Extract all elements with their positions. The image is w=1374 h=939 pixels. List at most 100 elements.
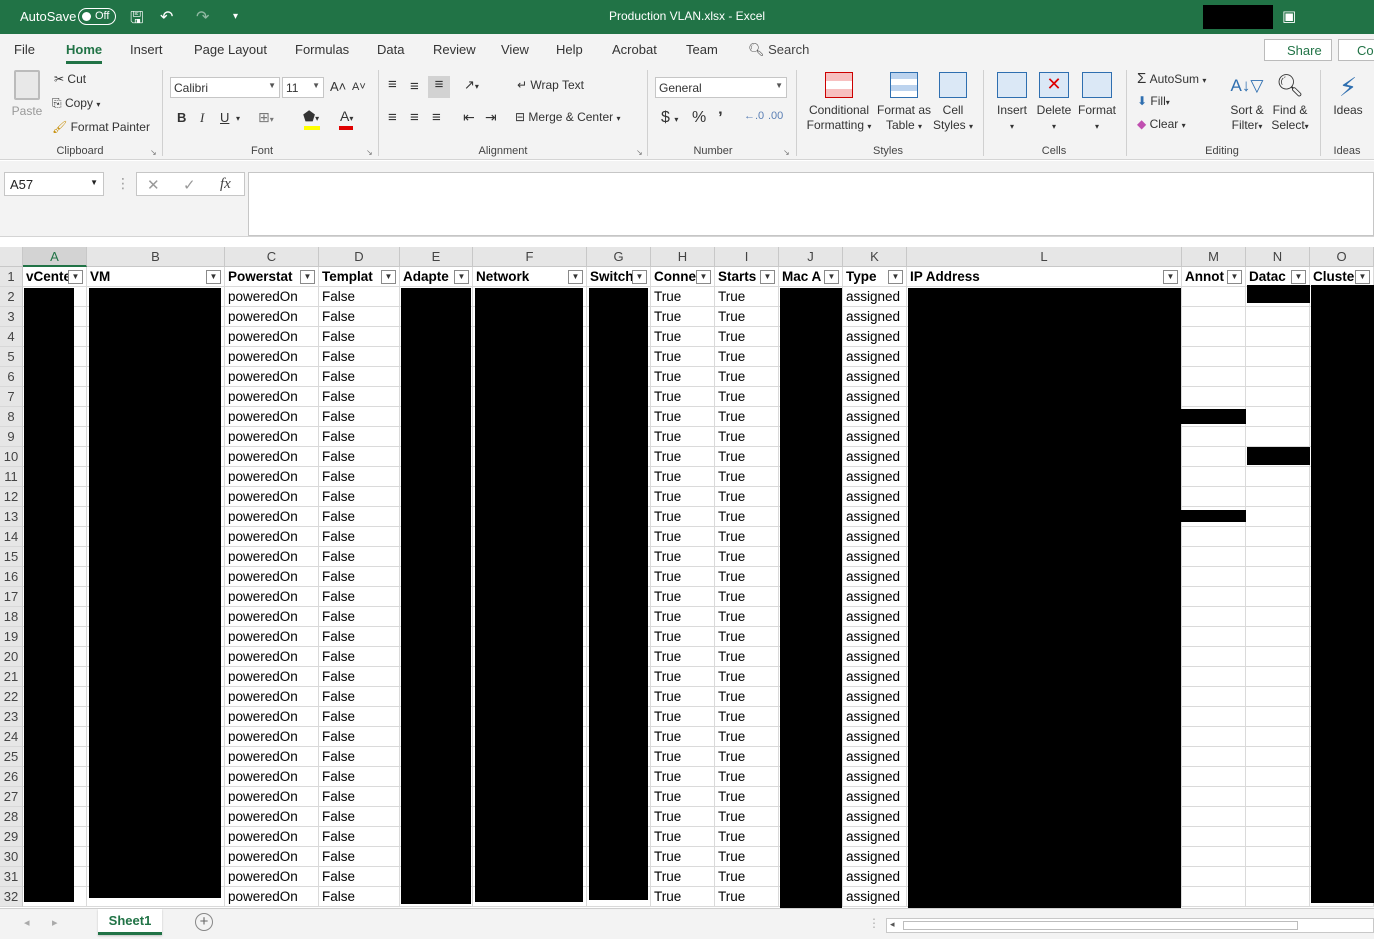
row-header[interactable]: 28 (0, 807, 23, 827)
table-cell[interactable]: False (319, 307, 400, 327)
header-cell[interactable]: Cluste ▼ (1310, 267, 1374, 287)
table-cell[interactable] (1246, 787, 1310, 807)
copy-button[interactable]: ⎘ Copy ▾ (52, 96, 100, 111)
table-cell[interactable]: True (651, 467, 715, 487)
row-header[interactable]: 2 (0, 287, 23, 307)
table-cell[interactable]: poweredOn (225, 407, 319, 427)
row-header[interactable]: 9 (0, 427, 23, 447)
table-cell[interactable] (1246, 567, 1310, 587)
table-cell[interactable]: assigned (843, 347, 907, 367)
table-cell[interactable]: True (715, 427, 779, 447)
table-cell[interactable]: True (715, 507, 779, 527)
table-cell[interactable]: poweredOn (225, 887, 319, 907)
table-cell[interactable]: assigned (843, 487, 907, 507)
alignment-launcher-icon[interactable]: ↘ (636, 148, 643, 157)
format-as-table-button[interactable]: Format as Table ▾ (874, 72, 934, 134)
table-cell[interactable]: True (651, 487, 715, 507)
new-sheet-icon[interactable]: + (195, 913, 213, 931)
filter-dropdown-icon[interactable]: ▼ (454, 270, 469, 284)
table-cell[interactable] (1182, 887, 1246, 907)
table-cell[interactable] (1246, 827, 1310, 847)
tab-acrobat[interactable]: Acrobat (612, 42, 657, 57)
table-cell[interactable] (1246, 647, 1310, 667)
table-cell[interactable] (1246, 427, 1310, 447)
font-name-combo[interactable]: Calibri ▼ (170, 77, 280, 98)
table-cell[interactable]: poweredOn (225, 707, 319, 727)
table-cell[interactable] (1246, 347, 1310, 367)
row-header[interactable]: 19 (0, 627, 23, 647)
table-cell[interactable]: True (715, 747, 779, 767)
table-cell[interactable]: False (319, 747, 400, 767)
table-cell[interactable]: False (319, 707, 400, 727)
table-cell[interactable]: assigned (843, 507, 907, 527)
table-cell[interactable] (1182, 427, 1246, 447)
table-cell[interactable]: assigned (843, 427, 907, 447)
delete-cells-button[interactable]: ✕ Delete ▾ (1034, 72, 1074, 134)
table-cell[interactable]: poweredOn (225, 547, 319, 567)
column-header-f[interactable]: F (473, 247, 587, 267)
table-cell[interactable]: True (651, 567, 715, 587)
tab-view[interactable]: View (501, 42, 529, 57)
table-cell[interactable] (1182, 727, 1246, 747)
table-cell[interactable]: assigned (843, 567, 907, 587)
table-cell[interactable] (1182, 487, 1246, 507)
row-header[interactable]: 17 (0, 587, 23, 607)
comma-style-icon[interactable]: ’ (718, 108, 723, 128)
name-box[interactable]: A57 ▼ (4, 172, 104, 196)
table-cell[interactable]: True (651, 387, 715, 407)
filter-dropdown-icon[interactable]: ▼ (888, 270, 903, 284)
row-header[interactable]: 13 (0, 507, 23, 527)
table-cell[interactable]: poweredOn (225, 667, 319, 687)
table-cell[interactable]: False (319, 347, 400, 367)
table-cell[interactable] (1182, 567, 1246, 587)
table-cell[interactable] (1182, 847, 1246, 867)
table-cell[interactable] (1182, 387, 1246, 407)
table-cell[interactable]: assigned (843, 727, 907, 747)
table-cell[interactable]: False (319, 667, 400, 687)
table-cell[interactable]: False (319, 767, 400, 787)
share-button[interactable]: Share (1264, 39, 1332, 61)
table-cell[interactable]: True (651, 287, 715, 307)
table-cell[interactable]: assigned (843, 467, 907, 487)
table-cell[interactable]: False (319, 867, 400, 887)
table-cell[interactable]: False (319, 847, 400, 867)
hscroll-left-icon[interactable]: ◂ (890, 919, 895, 930)
table-cell[interactable]: poweredOn (225, 467, 319, 487)
table-cell[interactable]: assigned (843, 307, 907, 327)
table-cell[interactable]: True (715, 847, 779, 867)
header-cell[interactable]: Adapte ▼ (400, 267, 473, 287)
cancel-icon[interactable]: ✕ (147, 176, 160, 194)
column-header-a[interactable]: A (23, 247, 87, 267)
enter-icon[interactable]: ✓ (183, 176, 196, 194)
table-cell[interactable]: True (715, 487, 779, 507)
filter-dropdown-icon[interactable]: ▼ (1163, 270, 1178, 284)
table-cell[interactable]: False (319, 327, 400, 347)
table-cell[interactable]: True (715, 687, 779, 707)
bottom-align-icon[interactable]: ≡ (428, 76, 450, 98)
table-cell[interactable]: poweredOn (225, 727, 319, 747)
tab-file[interactable]: File (14, 42, 35, 57)
split-handle-icon[interactable]: ⋮ (868, 916, 880, 930)
tab-data[interactable]: Data (377, 42, 404, 57)
table-cell[interactable]: poweredOn (225, 387, 319, 407)
table-cell[interactable]: assigned (843, 627, 907, 647)
table-cell[interactable]: assigned (843, 747, 907, 767)
table-cell[interactable]: assigned (843, 527, 907, 547)
insert-function-icon[interactable]: fx (220, 176, 231, 193)
row-header[interactable]: 10 (0, 447, 23, 467)
table-cell[interactable]: poweredOn (225, 427, 319, 447)
column-header-m[interactable]: M (1182, 247, 1246, 267)
header-cell[interactable]: Templat ▼ (319, 267, 400, 287)
row-header[interactable]: 32 (0, 887, 23, 907)
row-header[interactable]: 27 (0, 787, 23, 807)
row-header[interactable]: 3 (0, 307, 23, 327)
column-header-n[interactable]: N (1246, 247, 1310, 267)
column-header-j[interactable]: J (779, 247, 843, 267)
table-cell[interactable]: poweredOn (225, 347, 319, 367)
table-cell[interactable]: True (715, 527, 779, 547)
clear-button[interactable]: ◆ Clear ▾ (1137, 117, 1186, 131)
row-header[interactable]: 26 (0, 767, 23, 787)
sort-filter-button[interactable]: A↓▽ Sort & Filter▾ (1226, 72, 1268, 134)
table-cell[interactable] (1182, 367, 1246, 387)
table-cell[interactable]: True (715, 387, 779, 407)
